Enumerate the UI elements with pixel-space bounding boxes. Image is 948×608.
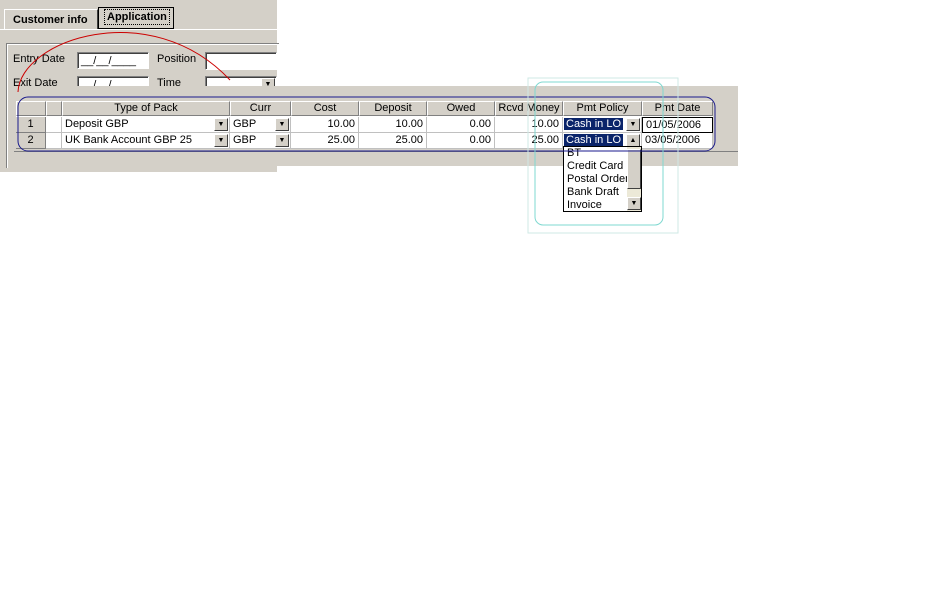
cyan-annotation-highlight-inner	[534, 81, 664, 226]
blue-annotation-outline	[17, 96, 716, 152]
annotation-overlay	[17, 32, 716, 234]
red-annotation-arc	[17, 32, 231, 93]
cyan-annotation-highlight-outer	[527, 77, 679, 234]
